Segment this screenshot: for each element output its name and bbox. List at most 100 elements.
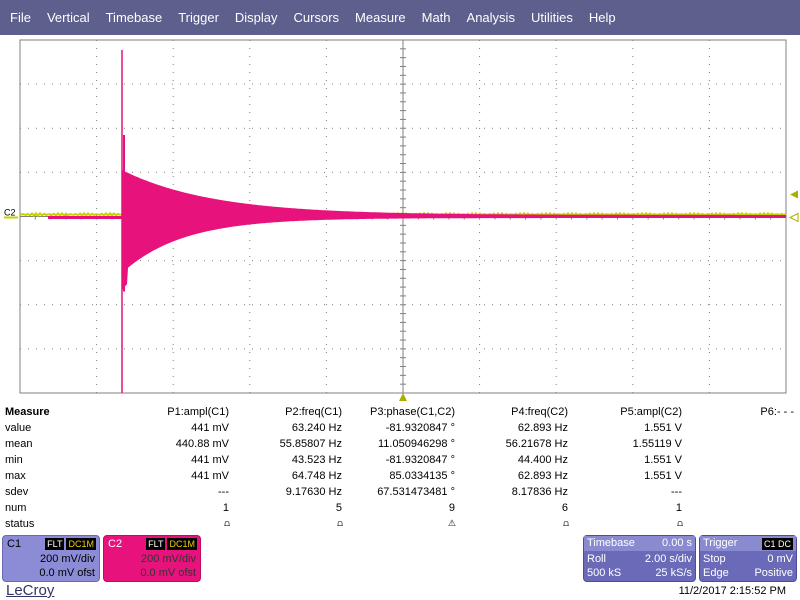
timestamp: 11/2/2017 2:15:52 PM — [678, 585, 786, 597]
menu-trigger[interactable]: Trigger — [170, 0, 227, 35]
measure-cell-p2: 55.85807 Hz — [279, 438, 342, 450]
waveform-graticule: C2 — [4, 39, 799, 401]
brand-logo: LeCroy — [6, 582, 55, 599]
measure-cell-p3: ⚠ — [447, 518, 456, 528]
measure-cell-p1: --- — [218, 486, 229, 498]
channel-2-label-marker: C2 — [4, 208, 16, 218]
measure-cell-p4: 44.400 Hz — [517, 454, 568, 466]
measure-cell-p4: 56.21678 Hz — [505, 438, 568, 450]
measure-cell-p5: 1.551 V — [644, 470, 682, 482]
measure-cell-p2: ⩍ — [337, 518, 343, 528]
channel-2-descriptor[interactable]: C2 FLT DC1M 200 mV/div 0.0 mV ofst — [103, 535, 201, 582]
measure-cell-p5: ⩍ — [677, 518, 683, 528]
measure-cell-p4: 6 — [561, 502, 568, 514]
trigger-position-marker — [399, 393, 407, 401]
channel-1-offset: 0.0 mV ofst — [39, 567, 95, 579]
timebase-mode: Roll — [587, 553, 606, 565]
channel-1-filter-tag: FLT — [45, 538, 65, 550]
param-p6-header[interactable]: P6:- - - — [760, 406, 794, 418]
menu-cursors[interactable]: Cursors — [286, 0, 348, 35]
channel-2-name: C2 — [108, 538, 123, 550]
channel-1-descriptor[interactable]: C1 FLT DC1M 200 mV/div 0.0 mV ofst — [2, 535, 100, 582]
channel-offset-marker — [788, 212, 799, 223]
measure-cell-p1: 441 mV — [191, 470, 229, 482]
timebase-delay: 0.00 s — [662, 537, 692, 549]
measure-cell-p5: 1.55119 V — [632, 438, 682, 450]
timebase-title: Timebase — [587, 537, 635, 549]
measure-cell-p3: 67.531473481 ° — [377, 486, 455, 498]
trigger-level: 0 mV — [767, 553, 793, 565]
measure-cell-p1: 440.88 mV — [175, 438, 229, 450]
measure-cell-p3: 9 — [448, 502, 455, 514]
menu-measure[interactable]: Measure — [347, 0, 414, 35]
channel-2-offset: 0.0 mV ofst — [140, 567, 196, 579]
measure-cell-p2: 43.523 Hz — [291, 454, 342, 466]
trigger-level-marker — [790, 190, 798, 199]
menu-math[interactable]: Math — [414, 0, 459, 35]
measure-row-label: min — [5, 454, 23, 466]
measure-row-sdev: sdev --- 9.17630 Hz 67.531473481 ° 8.17836 H… — [0, 486, 800, 502]
menu-timebase[interactable]: Timebase — [98, 0, 171, 35]
measure-cell-p4: 62.893 Hz — [517, 422, 568, 434]
scope-display[interactable]: C2 — [0, 35, 800, 401]
measure-cell-p4: 8.17836 Hz — [511, 486, 568, 498]
channel-2-vdiv: 200 mV/div — [140, 553, 196, 565]
trigger-descriptor[interactable]: Trigger C1 DC Stop 0 mV Edge Positive — [699, 535, 797, 582]
measure-table: Measure P1:ampl(C1) P2:freq(C1) P3:phase… — [0, 403, 800, 533]
measure-cell-p3: 11.050946298 ° — [378, 438, 455, 450]
trigger-title: Trigger — [703, 537, 738, 549]
measure-row-label: mean — [5, 438, 33, 450]
param-p5-header[interactable]: P5:ampl(C2) — [620, 406, 682, 418]
menu-analysis[interactable]: Analysis — [459, 0, 523, 35]
measure-cell-p2: 64.748 Hz — [291, 470, 342, 482]
menu-vertical[interactable]: Vertical — [39, 0, 98, 35]
measure-cell-p5: 1.551 V — [644, 422, 682, 434]
measure-row-mean: mean 440.88 mV 55.85807 Hz 11.050946298 ° 56… — [0, 438, 800, 454]
timebase-descriptor[interactable]: Timebase 0.00 s Roll 2.00 s/div 500 kS 2… — [583, 535, 696, 582]
channel-1-coupling-tag: DC1M — [66, 538, 96, 550]
menu-bar: File Vertical Timebase Trigger Display C… — [0, 0, 800, 35]
param-p2-header[interactable]: P2:freq(C1) — [285, 406, 342, 418]
menu-help[interactable]: Help — [581, 0, 624, 35]
measure-cell-p4: 62.893 Hz — [517, 470, 568, 482]
measure-row-label: value — [5, 422, 32, 434]
menu-utilities[interactable]: Utilities — [523, 0, 581, 35]
measure-row-label: num — [5, 502, 27, 514]
timebase-rate: 25 kS/s — [655, 567, 692, 579]
timebase-samples: 500 kS — [587, 567, 622, 579]
param-p3-header[interactable]: P3:phase(C1,C2) — [370, 406, 455, 418]
trigger-source-badge: C1 DC — [761, 538, 793, 550]
measure-cell-p3: -81.9320847 ° — [385, 454, 455, 466]
menu-file[interactable]: File — [0, 0, 39, 35]
channel-1-vdiv: 200 mV/div — [39, 553, 95, 565]
measure-row-label: max — [5, 470, 26, 482]
channel-2-coupling-tag: DC1M — [167, 538, 197, 550]
measure-row-label: status — [5, 518, 35, 530]
trigger-slope: Positive — [754, 567, 793, 579]
measure-cell-p2: 9.17630 Hz — [285, 486, 342, 498]
timebase-tdiv: 2.00 s/div — [644, 553, 692, 565]
status-footer: LeCroy 11/2/2017 2:15:52 PM — [0, 582, 800, 600]
measure-row-num: num 1 5 9 6 1 — [0, 502, 800, 518]
measure-row-max: max 441 mV 64.748 Hz 85.0334135 ° 62.893 Hz 1… — [0, 470, 800, 486]
measure-cell-p1: ⩍ — [224, 518, 230, 528]
measure-row-value: value 441 mV 63.240 Hz -81.9320847 ° 62.893 … — [0, 422, 800, 438]
param-p4-header[interactable]: P4:freq(C2) — [511, 406, 568, 418]
measure-cell-p2: 5 — [335, 502, 342, 514]
measure-cell-p5: 1.551 V — [644, 454, 682, 466]
trigger-type: Edge — [703, 567, 729, 579]
channel-2-filter-tag: FLT — [146, 538, 166, 550]
menu-display[interactable]: Display — [227, 0, 286, 35]
channel-2-trace-envelope — [122, 170, 786, 290]
channel-1-name: C1 — [7, 538, 22, 550]
measure-header-row: Measure P1:ampl(C1) P2:freq(C1) P3:phase… — [0, 406, 800, 422]
measure-cell-p1: 1 — [222, 502, 229, 514]
measure-cell-p1: 441 mV — [191, 422, 229, 434]
measure-cell-p5: --- — [671, 486, 682, 498]
measure-cell-p3: 85.0334135 ° — [389, 470, 455, 482]
measure-row-min: min 441 mV 43.523 Hz -81.9320847 ° 44.400 Hz… — [0, 454, 800, 470]
measure-title: Measure — [5, 406, 50, 418]
param-p1-header[interactable]: P1:ampl(C1) — [167, 406, 229, 418]
measure-cell-p3: -81.9320847 ° — [385, 422, 455, 434]
measure-cell-p5: 1 — [675, 502, 682, 514]
